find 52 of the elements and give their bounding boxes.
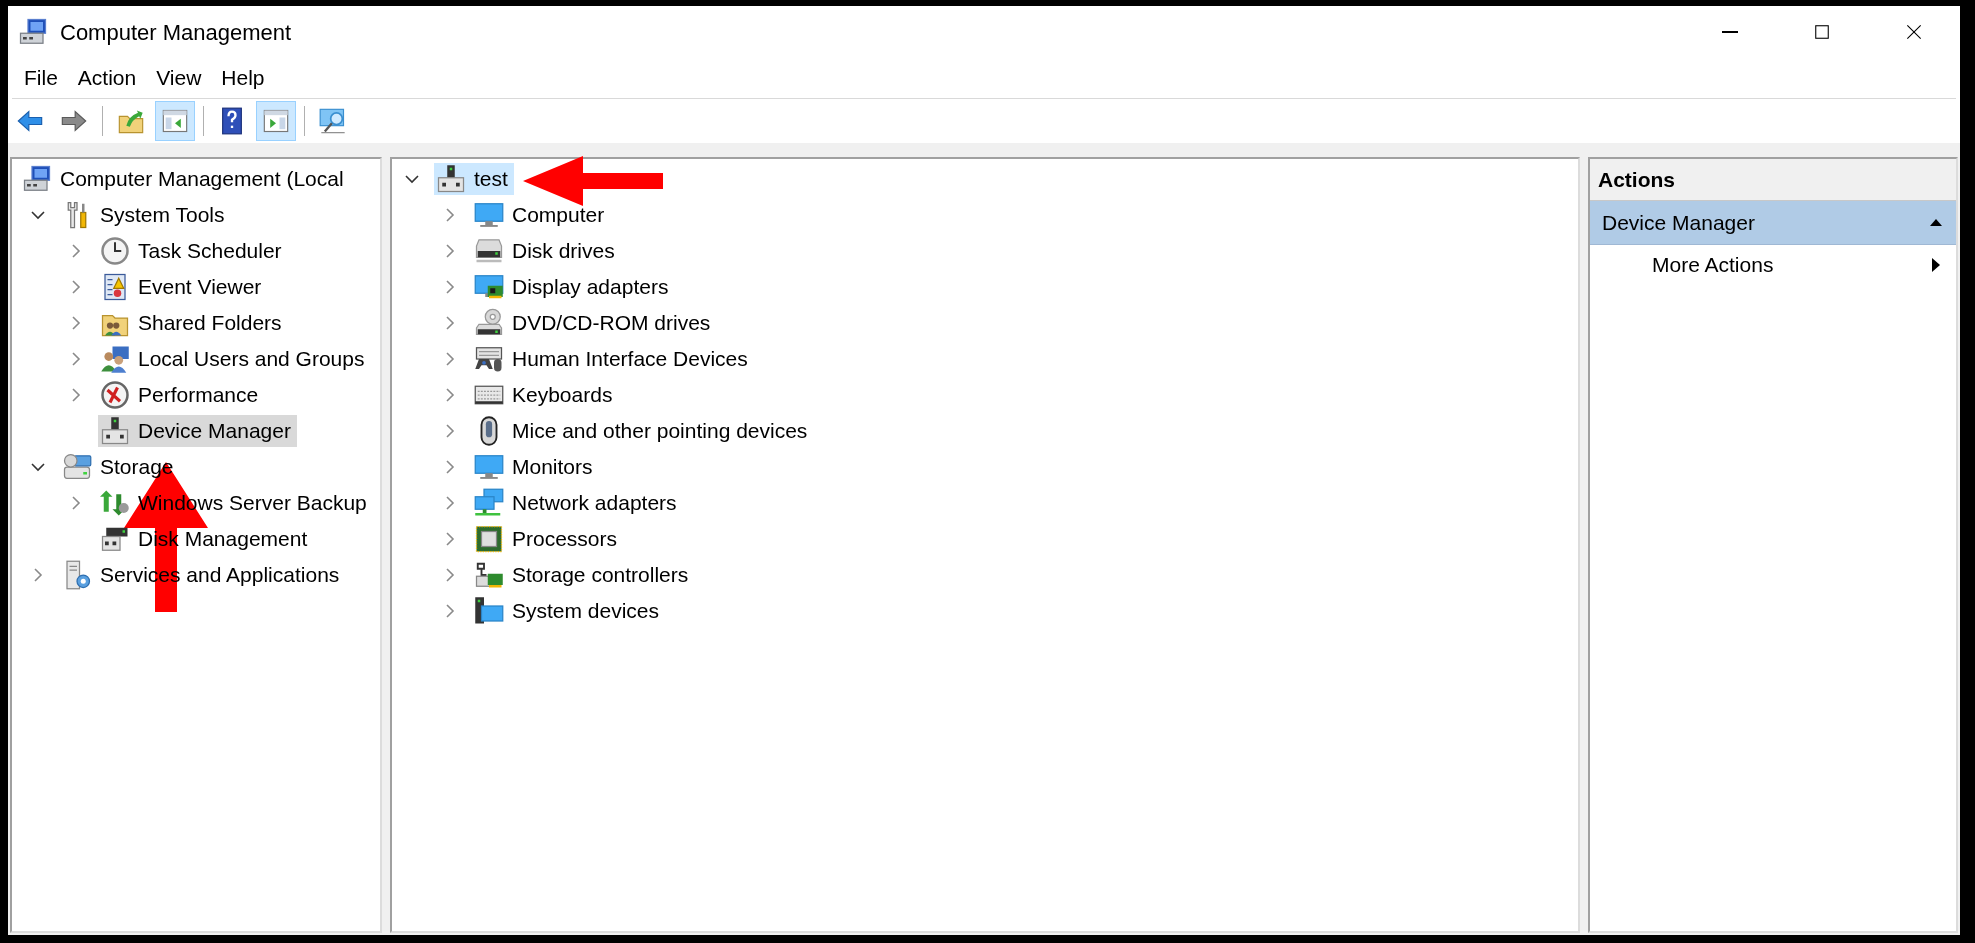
tree-item[interactable]: System devices [472, 595, 666, 627]
monitor-icon [474, 452, 504, 482]
device-tower-icon [100, 416, 130, 446]
tree-item[interactable]: Computer Management (Local [20, 163, 350, 195]
menu-item[interactable]: File [14, 60, 68, 96]
monitor-icon [474, 200, 504, 230]
clock-icon [100, 236, 130, 266]
tree-item[interactable]: Display adapters [472, 271, 675, 303]
sync-arrows-icon [100, 488, 130, 518]
tree-item[interactable]: Processors [472, 523, 624, 555]
tree-item[interactable]: Shared Folders [98, 307, 288, 339]
tree-item[interactable]: DVD/CD-ROM drives [472, 307, 717, 339]
monitor-magnifier-icon [319, 107, 347, 135]
menu-item[interactable]: View [146, 60, 212, 96]
minimize-icon [1722, 31, 1738, 33]
pane-header: Actions [1590, 159, 1956, 201]
window-title: Computer Management [60, 18, 292, 47]
action-item[interactable]: More Actions [1590, 245, 1956, 285]
tree-item[interactable]: Keyboards [472, 379, 619, 411]
tree-item[interactable]: Performance [98, 379, 265, 411]
tree-item[interactable]: Monitors [472, 451, 599, 483]
tree-item[interactable]: Network adapters [472, 487, 683, 519]
maximize-icon [1812, 22, 1832, 42]
users-icon [100, 344, 130, 374]
menu-item[interactable]: Action [67, 60, 147, 96]
gauge-icon [100, 380, 130, 410]
tree-item[interactable]: Local Users and Groups [98, 343, 371, 375]
close-icon [1904, 22, 1924, 42]
tree-item[interactable]: Event Viewer [98, 271, 268, 303]
tree-item[interactable]: Storage controllers [472, 559, 695, 591]
tree-item[interactable]: System Tools [60, 199, 231, 231]
section-header[interactable]: Device Manager [1590, 201, 1956, 245]
chip-icon [474, 524, 504, 554]
pane-toggle-icon [161, 107, 189, 135]
input-devices-icon [474, 344, 504, 374]
computer-icon [18, 17, 48, 47]
tree-item[interactable]: Human Interface Devices [472, 343, 754, 375]
tree-item[interactable]: Task Scheduler [98, 235, 288, 267]
networked-monitors-icon [474, 488, 504, 518]
storage-icon [62, 452, 92, 482]
device-tower-icon [436, 164, 466, 194]
optical-drive-icon [474, 308, 504, 338]
tree-item[interactable]: Disk drives [472, 235, 621, 267]
tree-item[interactable]: test [434, 163, 514, 195]
tower-monitor-icon [474, 596, 504, 626]
tree-item[interactable]: Computer [472, 199, 611, 231]
menu-item[interactable]: Help [211, 60, 275, 96]
pane-toggle-icon [262, 107, 290, 135]
tree-item[interactable]: Device Manager [98, 415, 297, 447]
computer-icon [22, 164, 52, 194]
storage-controller-icon [474, 560, 504, 590]
tree-item[interactable]: Mice and other pointing devices [472, 415, 814, 447]
